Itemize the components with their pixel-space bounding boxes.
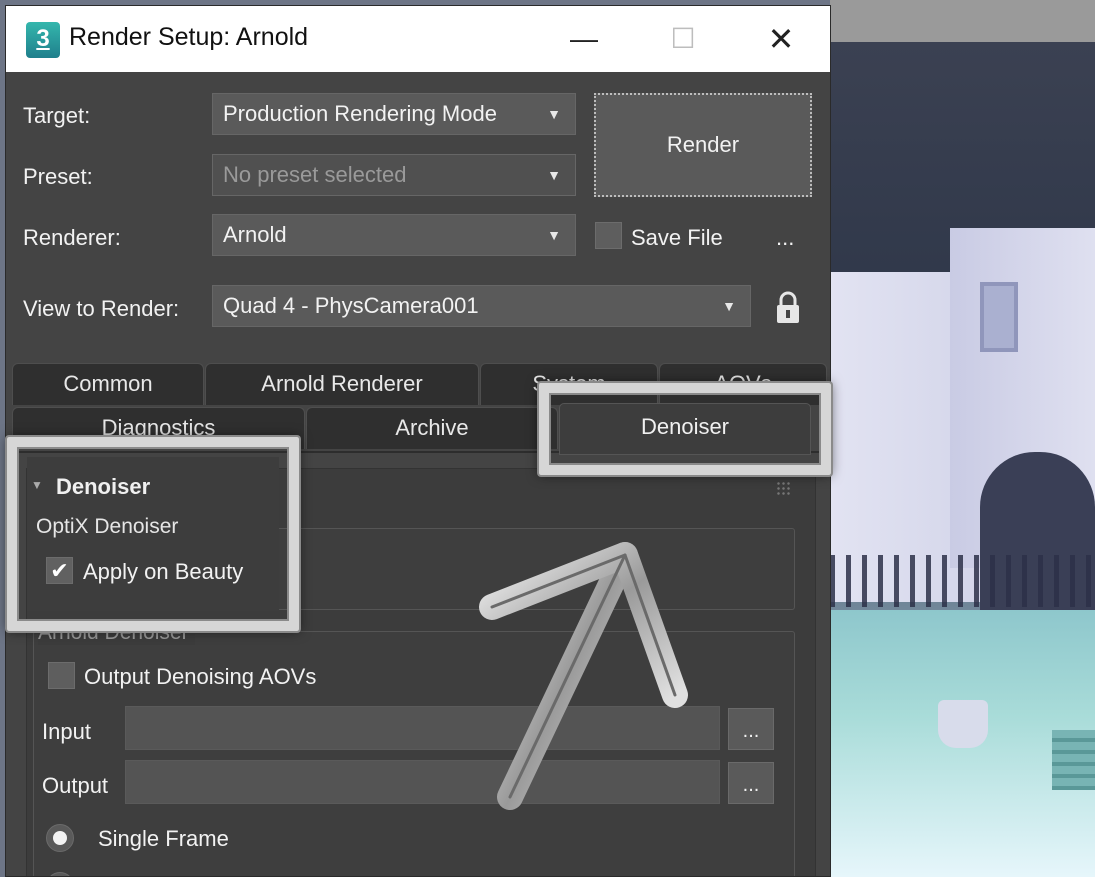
tab-denoiser[interactable]: Denoiser: [559, 403, 811, 455]
collapse-triangle-icon[interactable]: ▼: [31, 478, 43, 492]
view-to-render-dropdown[interactable]: Quad 4 - PhysCamera001 ▼: [212, 285, 751, 327]
output-denoising-aovs-checkbox[interactable]: [48, 662, 75, 689]
renderer-value: Arnold: [223, 222, 287, 247]
app-icon: 3: [26, 22, 60, 58]
target-label: Target:: [23, 103, 91, 128]
grip-icon[interactable]: [776, 481, 790, 495]
tab-denoiser-label: Denoiser: [640, 414, 730, 439]
apply-on-beauty-checkbox[interactable]: ✔: [46, 557, 73, 584]
preset-value: No preset selected: [223, 162, 407, 187]
chevron-down-icon: ▼: [547, 106, 561, 122]
output-denoising-aovs-label: Output Denoising AOVs: [84, 664, 317, 689]
lock-icon[interactable]: [774, 291, 802, 325]
tab-common[interactable]: Common: [12, 363, 204, 405]
input-label: Input: [42, 719, 91, 744]
apply-on-beauty-label: Apply on Beauty: [83, 559, 244, 584]
preset-dropdown[interactable]: No preset selected ▼: [212, 154, 576, 196]
single-frame-label: Single Frame: [98, 826, 229, 851]
viewport-3d-render: [830, 0, 1095, 877]
chevron-down-icon: ▼: [547, 167, 561, 183]
viewport-stairs: [1052, 730, 1095, 790]
single-frame-radio[interactable]: [46, 824, 74, 852]
minimize-button[interactable]: —: [554, 18, 614, 60]
target-dropdown[interactable]: Production Rendering Mode ▼: [212, 93, 576, 135]
output-label: Output: [42, 773, 109, 798]
denoiser-rollout-title[interactable]: Denoiser: [56, 474, 150, 500]
viewport-ceiling: [830, 0, 1095, 42]
input-browse-button[interactable]: ...: [728, 708, 774, 750]
window-title: Render Setup: Arnold: [69, 23, 309, 51]
checkmark-icon: ✔: [50, 558, 69, 583]
render-button[interactable]: Render: [594, 93, 812, 197]
tab-archive[interactable]: Archive: [306, 407, 558, 449]
chevron-down-icon: ▼: [722, 298, 736, 314]
save-file-browse-button[interactable]: ...: [776, 225, 794, 251]
optix-denoiser-group-title: OptiX Denoiser: [36, 515, 179, 538]
output-browse-button[interactable]: ...: [728, 762, 774, 804]
input-path-field[interactable]: [125, 706, 720, 750]
save-file-label: Save File: [631, 225, 723, 250]
chevron-down-icon: ▼: [547, 227, 561, 243]
optix-callout-content: ▼ Denoiser OptiX Denoiser ✔ Apply on Bea…: [27, 457, 279, 611]
viewport-window: [980, 282, 1018, 352]
renderer-label: Renderer:: [23, 225, 121, 250]
renderer-dropdown[interactable]: Arnold ▼: [212, 214, 576, 256]
output-path-field[interactable]: [125, 760, 720, 804]
viewport-plant-pot: [938, 700, 988, 748]
tab-arnold-renderer[interactable]: Arnold Renderer: [205, 363, 479, 405]
maximize-button[interactable]: ☐: [653, 18, 713, 60]
save-file-checkbox[interactable]: [595, 222, 622, 249]
target-value: Production Rendering Mode: [223, 101, 497, 126]
preset-label: Preset:: [23, 164, 93, 189]
viewport-railing: [830, 555, 1095, 607]
title-bar[interactable]: 3 Render Setup: Arnold — ☐ ✕: [6, 6, 830, 72]
close-button[interactable]: ✕: [751, 18, 811, 60]
view-to-render-value: Quad 4 - PhysCamera001: [223, 293, 479, 318]
view-to-render-label: View to Render:: [23, 296, 180, 321]
